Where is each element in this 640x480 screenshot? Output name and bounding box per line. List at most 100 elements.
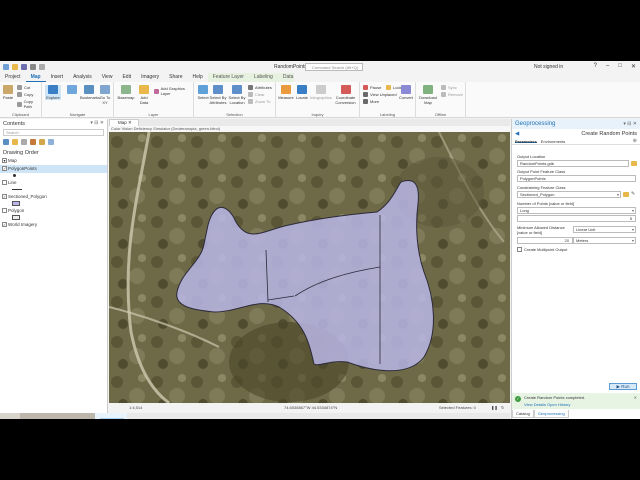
tab-parameters[interactable]: Parameters: [515, 139, 537, 144]
edit-icon[interactable]: ✎: [631, 191, 635, 197]
tab-imagery[interactable]: Imagery: [136, 73, 164, 82]
distance-unit-select[interactable]: Meters: [573, 237, 636, 244]
command-search-input[interactable]: Command Search (Alt+Q): [305, 63, 363, 71]
add-graphics-layer-button[interactable]: Add Graphics Layer: [154, 86, 193, 96]
output-location-input[interactable]: RandomPoints.gdb: [517, 160, 629, 167]
redo-icon[interactable]: [39, 64, 45, 70]
close-icon[interactable]: ✕: [128, 120, 132, 125]
undo-icon[interactable]: [30, 64, 36, 70]
download-map-button[interactable]: Download Map: [418, 85, 438, 105]
pane-controls[interactable]: ▾ ⊟ ✕: [90, 120, 104, 126]
measure-button[interactable]: Measure: [278, 85, 294, 100]
explore-button[interactable]: Explore: [45, 85, 61, 100]
folder-icon[interactable]: [623, 192, 629, 197]
layer-item-world-imagery[interactable]: ✓ World Imagery: [0, 221, 107, 229]
back-arrow-icon[interactable]: ◀: [515, 131, 519, 137]
folder-icon[interactable]: [631, 161, 637, 166]
tab-feature-layer[interactable]: Feature Layer: [208, 73, 249, 82]
tab-help[interactable]: Help: [187, 73, 207, 82]
multipoint-option[interactable]: Create Multipoint Output: [517, 247, 567, 252]
list-by-snapping-icon[interactable]: [39, 139, 45, 145]
zoom-to-button[interactable]: Zoom To: [248, 99, 271, 104]
close-icon[interactable]: ✕: [634, 395, 637, 400]
checkbox-icon[interactable]: [2, 180, 7, 185]
tab-view[interactable]: View: [97, 73, 118, 82]
list-by-editing-icon[interactable]: [30, 139, 36, 145]
checkbox-icon[interactable]: [517, 247, 522, 252]
constraining-feature-class-select[interactable]: Sectioned_Polygon: [517, 191, 621, 198]
layer-item-map[interactable]: ▾ Map: [0, 157, 107, 165]
layer-item-polygonpoints[interactable]: ✓ PolygonPoints: [0, 165, 107, 173]
checkbox-icon[interactable]: ✓: [2, 222, 7, 227]
checkbox-icon[interactable]: ✓: [2, 166, 7, 171]
minimum-distance-type-select[interactable]: Linear Unit: [573, 226, 636, 233]
go-to-xy-button[interactable]: Go To XY: [98, 85, 112, 105]
add-icon[interactable]: ⊕: [633, 138, 637, 144]
refresh-icon[interactable]: ↻: [501, 403, 504, 413]
tab-environments[interactable]: Environments: [541, 139, 565, 144]
help-icon[interactable]: ?: [594, 63, 597, 70]
tab-labeling[interactable]: Labeling: [249, 73, 278, 82]
output-feature-class-input[interactable]: PolygonPoints: [517, 175, 636, 182]
bookmarks-button[interactable]: Bookmarks: [80, 85, 100, 100]
more-button[interactable]: More: [363, 99, 379, 104]
expand-icon[interactable]: ▾: [2, 158, 7, 163]
tab-data[interactable]: Data: [278, 73, 299, 82]
layer-item-polygon[interactable]: Polygon: [0, 207, 107, 215]
add-data-button[interactable]: Add Data: [136, 85, 152, 105]
tab-map[interactable]: Map: [25, 73, 46, 82]
tab-edit[interactable]: Edit: [117, 73, 136, 82]
tab-share[interactable]: Share: [164, 73, 187, 82]
map-tab[interactable]: Map ✕: [109, 119, 139, 126]
basemap-button[interactable]: Basemap: [117, 85, 135, 100]
remove-button[interactable]: Remove: [441, 92, 463, 97]
pause-drawing-icon[interactable]: ❚❚: [491, 403, 498, 413]
select-button[interactable]: Select: [196, 85, 210, 100]
minimize-icon[interactable]: –: [606, 63, 609, 70]
coordinate-conversion-button[interactable]: Coordinate Conversion: [333, 85, 358, 105]
list-by-selection-icon[interactable]: [21, 139, 27, 145]
tab-analysis[interactable]: Analysis: [68, 73, 97, 82]
sync-button[interactable]: Sync: [441, 85, 457, 90]
save-icon[interactable]: [21, 64, 27, 70]
tab-insert[interactable]: Insert: [46, 73, 69, 82]
layer-item-sectioned-polygon[interactable]: ✓ Sectioned_Polygon: [0, 193, 107, 201]
checkbox-icon[interactable]: [2, 208, 7, 213]
number-of-points-input[interactable]: 5: [517, 215, 636, 222]
contents-search-input[interactable]: Search: [3, 129, 104, 136]
cut-button[interactable]: Cut: [17, 85, 30, 90]
clear-button[interactable]: Clear: [248, 92, 265, 97]
map-canvas[interactable]: [109, 132, 510, 403]
run-button[interactable]: ▶ Run: [609, 383, 637, 390]
paste-button[interactable]: Paste: [2, 85, 14, 100]
view-unplaced-button[interactable]: View Unplaced: [363, 92, 397, 97]
success-links[interactable]: View Details Open History: [524, 402, 637, 407]
tab-project[interactable]: Project: [0, 73, 26, 82]
open-icon[interactable]: [12, 64, 18, 70]
number-of-points-type-select[interactable]: Long: [517, 207, 636, 214]
sign-in-status[interactable]: Not signed in: [534, 64, 563, 70]
layer-item-line[interactable]: Line: [0, 179, 107, 187]
locate-button[interactable]: Locate: [295, 85, 309, 100]
maximize-icon[interactable]: □: [618, 63, 622, 70]
select-by-location-button[interactable]: Select By Location: [228, 85, 246, 105]
pane-controls[interactable]: ▾ ⊟ ✕: [623, 121, 637, 127]
new-project-icon[interactable]: [3, 64, 9, 70]
copy-button[interactable]: Copy: [17, 92, 33, 97]
attributes-button[interactable]: Attributes: [248, 85, 272, 90]
list-by-source-icon[interactable]: [12, 139, 18, 145]
copy-path-button[interactable]: Copy Path: [17, 99, 41, 109]
convert-button[interactable]: Convert: [398, 85, 414, 100]
list-by-drawing-order-icon[interactable]: [3, 139, 9, 145]
nav-arrows[interactable]: [64, 85, 80, 95]
infographics-button[interactable]: Infographics: [310, 85, 332, 100]
checkbox-icon[interactable]: ✓: [2, 194, 7, 199]
select-by-attributes-button[interactable]: Select By Attributes: [209, 85, 227, 105]
pause-button[interactable]: Pause: [363, 85, 381, 90]
minimum-distance-input[interactable]: 20: [517, 237, 573, 244]
list-by-labeling-icon[interactable]: [48, 139, 54, 145]
close-icon[interactable]: ✕: [631, 63, 636, 70]
tab-geoprocessing[interactable]: Geoprocessing: [533, 410, 569, 418]
scale-selector[interactable]: 1:4,514: [129, 403, 142, 413]
tab-catalog[interactable]: Catalog: [512, 410, 534, 418]
